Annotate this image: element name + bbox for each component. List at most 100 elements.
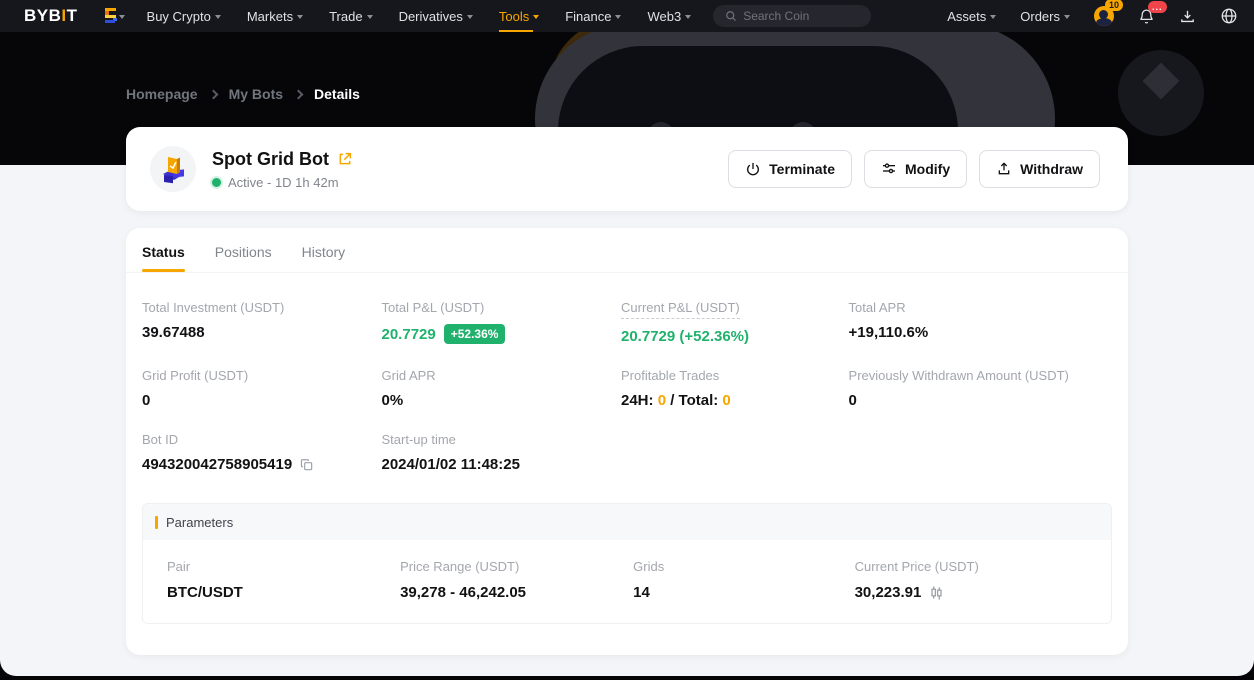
- power-icon: [745, 161, 761, 177]
- coin-search[interactable]: [713, 5, 871, 27]
- notifications-button[interactable]: ...: [1138, 8, 1155, 25]
- bot-header-card: Spot Grid Bot Active - 1D 1h 42m Termina…: [126, 127, 1128, 211]
- param-label: Pair: [167, 559, 190, 574]
- stat-label-tooltip[interactable]: Current P&L (USDT): [621, 300, 740, 319]
- stat-value: 24H: 0 / Total: 0: [621, 392, 849, 409]
- chevron-right-icon: [208, 90, 218, 100]
- grid-bot-logo: [150, 146, 196, 192]
- parameters-title: Parameters: [166, 515, 233, 530]
- bot-status: Active - 1D 1h 42m: [212, 175, 353, 190]
- nav-item-orders[interactable]: Orders: [1020, 0, 1070, 32]
- stat-value: 39.67488: [142, 324, 382, 341]
- nav-item-assets[interactable]: Assets: [947, 0, 996, 32]
- nav-item-derivatives[interactable]: Derivatives: [399, 0, 473, 32]
- nav-item-markets[interactable]: Markets: [247, 0, 303, 32]
- stat-label: Profitable Trades: [621, 368, 719, 383]
- nav-item-tools[interactable]: Tools: [499, 0, 539, 32]
- bottom-dark-strip: [0, 676, 1254, 680]
- param-label: Grids: [633, 559, 664, 574]
- terminate-label: Terminate: [769, 161, 835, 177]
- caret-down-icon: [990, 15, 996, 19]
- nav-item-label: Derivatives: [399, 9, 463, 24]
- current-price-value: 30,223.91: [855, 584, 922, 601]
- withdraw-button[interactable]: Withdraw: [979, 150, 1100, 188]
- stat-value: 0%: [382, 392, 622, 409]
- breadcrumb-homepage[interactable]: Homepage: [126, 86, 198, 102]
- param-value: 39,278 - 46,242.05: [400, 584, 633, 601]
- tab-positions[interactable]: Positions: [215, 244, 272, 272]
- download-icon: [1179, 8, 1196, 25]
- nav-item-trade[interactable]: Trade: [329, 0, 372, 32]
- notification-badge: ...: [1148, 1, 1167, 13]
- stat-total-pnl: Total P&L (USDT) 20.7729 +52.36%: [382, 299, 622, 345]
- stat-label: Total APR: [849, 300, 906, 315]
- tab-status[interactable]: Status: [142, 244, 185, 272]
- param-label: Current Price (USDT): [855, 559, 979, 574]
- pixel-5-icon: [104, 8, 119, 24]
- parameters-grid: Pair BTC/USDT Price Range (USDT) 39,278 …: [143, 540, 1111, 623]
- caret-down-icon: [119, 15, 125, 19]
- download-app-button[interactable]: [1179, 8, 1196, 25]
- stat-label: Start-up time: [382, 432, 456, 447]
- total-pnl-value: 20.7729: [382, 326, 436, 343]
- caret-down-icon: [367, 15, 373, 19]
- modify-button[interactable]: Modify: [864, 150, 967, 188]
- bot-detail-card: Status Positions History Total Investmen…: [126, 228, 1128, 655]
- search-icon: [725, 10, 737, 22]
- bot-id-value: 494320042758905419: [142, 456, 292, 473]
- caret-down-icon: [467, 15, 473, 19]
- stat-label: Bot ID: [142, 432, 178, 447]
- candlestick-chart-icon[interactable]: [929, 585, 944, 601]
- bot-title: Spot Grid Bot: [212, 149, 329, 170]
- withdraw-label: Withdraw: [1020, 161, 1083, 177]
- copy-icon[interactable]: [300, 458, 314, 472]
- param-value: 30,223.91: [855, 584, 1111, 601]
- stat-value: 0: [142, 392, 382, 409]
- anniversary-5-menu[interactable]: [104, 8, 125, 24]
- tab-history[interactable]: History: [302, 244, 346, 272]
- stat-grid-profit: Grid Profit (USDT) 0: [142, 367, 382, 409]
- upload-icon: [996, 161, 1012, 177]
- search-input[interactable]: [743, 9, 853, 23]
- trades-24h-value: 0: [658, 392, 666, 409]
- nav-item-finance[interactable]: Finance: [565, 0, 621, 32]
- top-navbar: BYBIT Buy Crypto Markets Trade Derivativ…: [0, 0, 1254, 32]
- trades-total-value: 0: [722, 392, 730, 409]
- language-button[interactable]: [1220, 7, 1238, 25]
- stats-grid: Total Investment (USDT) 39.67488 Total P…: [126, 273, 1128, 495]
- param-pair: Pair BTC/USDT: [167, 558, 400, 601]
- page: BYBIT Buy Crypto Markets Trade Derivativ…: [0, 0, 1254, 680]
- breadcrumb-my-bots[interactable]: My Bots: [229, 86, 283, 102]
- external-link-icon[interactable]: [337, 151, 353, 167]
- stat-label: Grid Profit (USDT): [142, 368, 248, 383]
- nav-item-buy-crypto[interactable]: Buy Crypto: [147, 0, 221, 32]
- user-avatar-button[interactable]: 10: [1094, 6, 1114, 26]
- param-current-price: Current Price (USDT) 30,223.91: [855, 558, 1111, 601]
- breadcrumb-details: Details: [314, 86, 360, 102]
- stat-value: 20.7729 +52.36%: [382, 324, 622, 344]
- param-value: BTC/USDT: [167, 584, 400, 601]
- stat-value: +19,110.6%: [849, 324, 1112, 341]
- logo-text: BYB: [24, 6, 61, 25]
- nav-item-label: Tools: [499, 9, 529, 24]
- stat-empty: [621, 431, 849, 473]
- stat-total-investment: Total Investment (USDT) 39.67488: [142, 299, 382, 345]
- content-area: Spot Grid Bot Active - 1D 1h 42m Termina…: [0, 165, 1254, 676]
- bot-action-buttons: Terminate Modify Withdraw: [728, 150, 1100, 188]
- avatar-badge: 10: [1105, 0, 1123, 11]
- bybit-logo[interactable]: BYBIT: [24, 6, 78, 26]
- accent-bar: [155, 516, 158, 529]
- globe-icon: [1220, 7, 1238, 25]
- modify-label: Modify: [905, 161, 950, 177]
- caret-down-icon: [297, 15, 303, 19]
- pnl-percent-badge: +52.36%: [444, 324, 506, 344]
- terminate-button[interactable]: Terminate: [728, 150, 852, 188]
- stat-grid-apr: Grid APR 0%: [382, 367, 622, 409]
- stat-label: Total Investment (USDT): [142, 300, 284, 315]
- nav-item-label: Assets: [947, 9, 986, 24]
- stat-withdrawn-amount: Previously Withdrawn Amount (USDT) 0: [849, 367, 1112, 409]
- nav-item-web3[interactable]: Web3: [647, 0, 691, 32]
- nav-menu: Buy Crypto Markets Trade Derivatives Too…: [147, 0, 692, 32]
- stat-bot-id: Bot ID 494320042758905419: [142, 431, 382, 473]
- stat-value: 20.7729 (+52.36%): [621, 328, 849, 345]
